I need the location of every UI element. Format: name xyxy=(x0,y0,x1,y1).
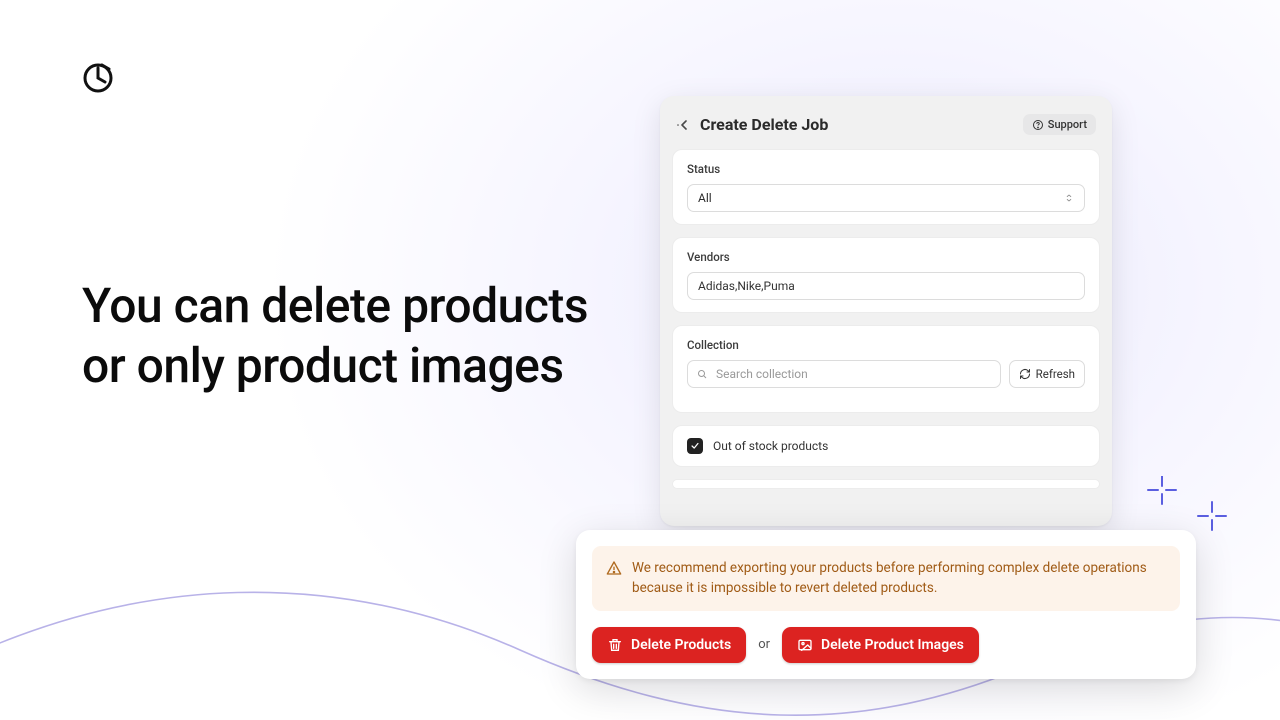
delete-products-label: Delete Products xyxy=(631,637,731,653)
help-icon xyxy=(1032,119,1044,131)
create-delete-job-panel: Create Delete Job Support Status All Ven… xyxy=(660,96,1112,526)
warning-text: We recommend exporting your products bef… xyxy=(632,558,1166,599)
delete-product-images-label: Delete Product Images xyxy=(821,637,964,653)
delete-actions-card: We recommend exporting your products bef… xyxy=(576,530,1196,679)
marketing-headline: You can delete products or only product … xyxy=(82,276,602,396)
back-arrow-icon[interactable] xyxy=(676,117,692,133)
collection-card: Collection Search collection Refresh xyxy=(672,325,1100,413)
delete-product-images-button[interactable]: Delete Product Images xyxy=(782,627,979,663)
refresh-icon xyxy=(1019,368,1031,380)
check-icon xyxy=(690,441,700,451)
panel-title: Create Delete Job xyxy=(700,115,1015,134)
next-card-partial xyxy=(672,479,1100,489)
support-button[interactable]: Support xyxy=(1023,114,1096,135)
vendors-input[interactable]: Adidas,Nike,Puma xyxy=(687,272,1085,300)
status-value: All xyxy=(698,191,712,205)
status-card: Status All xyxy=(672,149,1100,225)
out-of-stock-checkbox[interactable] xyxy=(687,438,703,454)
vendors-value: Adidas,Nike,Puma xyxy=(698,279,795,293)
delete-products-button[interactable]: Delete Products xyxy=(592,627,746,663)
status-select[interactable]: All xyxy=(687,184,1085,212)
collection-search-input[interactable]: Search collection xyxy=(687,360,1001,388)
out-of-stock-card: Out of stock products xyxy=(672,425,1100,467)
collection-label: Collection xyxy=(687,338,1085,352)
trash-icon xyxy=(607,637,623,653)
or-label: or xyxy=(758,637,770,652)
vendors-card: Vendors Adidas,Nike,Puma xyxy=(672,237,1100,313)
warning-banner: We recommend exporting your products bef… xyxy=(592,546,1180,611)
warning-icon xyxy=(606,560,622,576)
refresh-label: Refresh xyxy=(1036,367,1075,381)
refresh-button[interactable]: Refresh xyxy=(1009,360,1085,388)
status-label: Status xyxy=(687,162,1085,176)
vendors-label: Vendors xyxy=(687,250,1085,264)
image-delete-icon xyxy=(797,637,813,653)
select-caret-icon xyxy=(1064,193,1074,203)
support-label: Support xyxy=(1048,118,1087,131)
app-logo xyxy=(82,62,114,94)
out-of-stock-label: Out of stock products xyxy=(713,439,828,453)
